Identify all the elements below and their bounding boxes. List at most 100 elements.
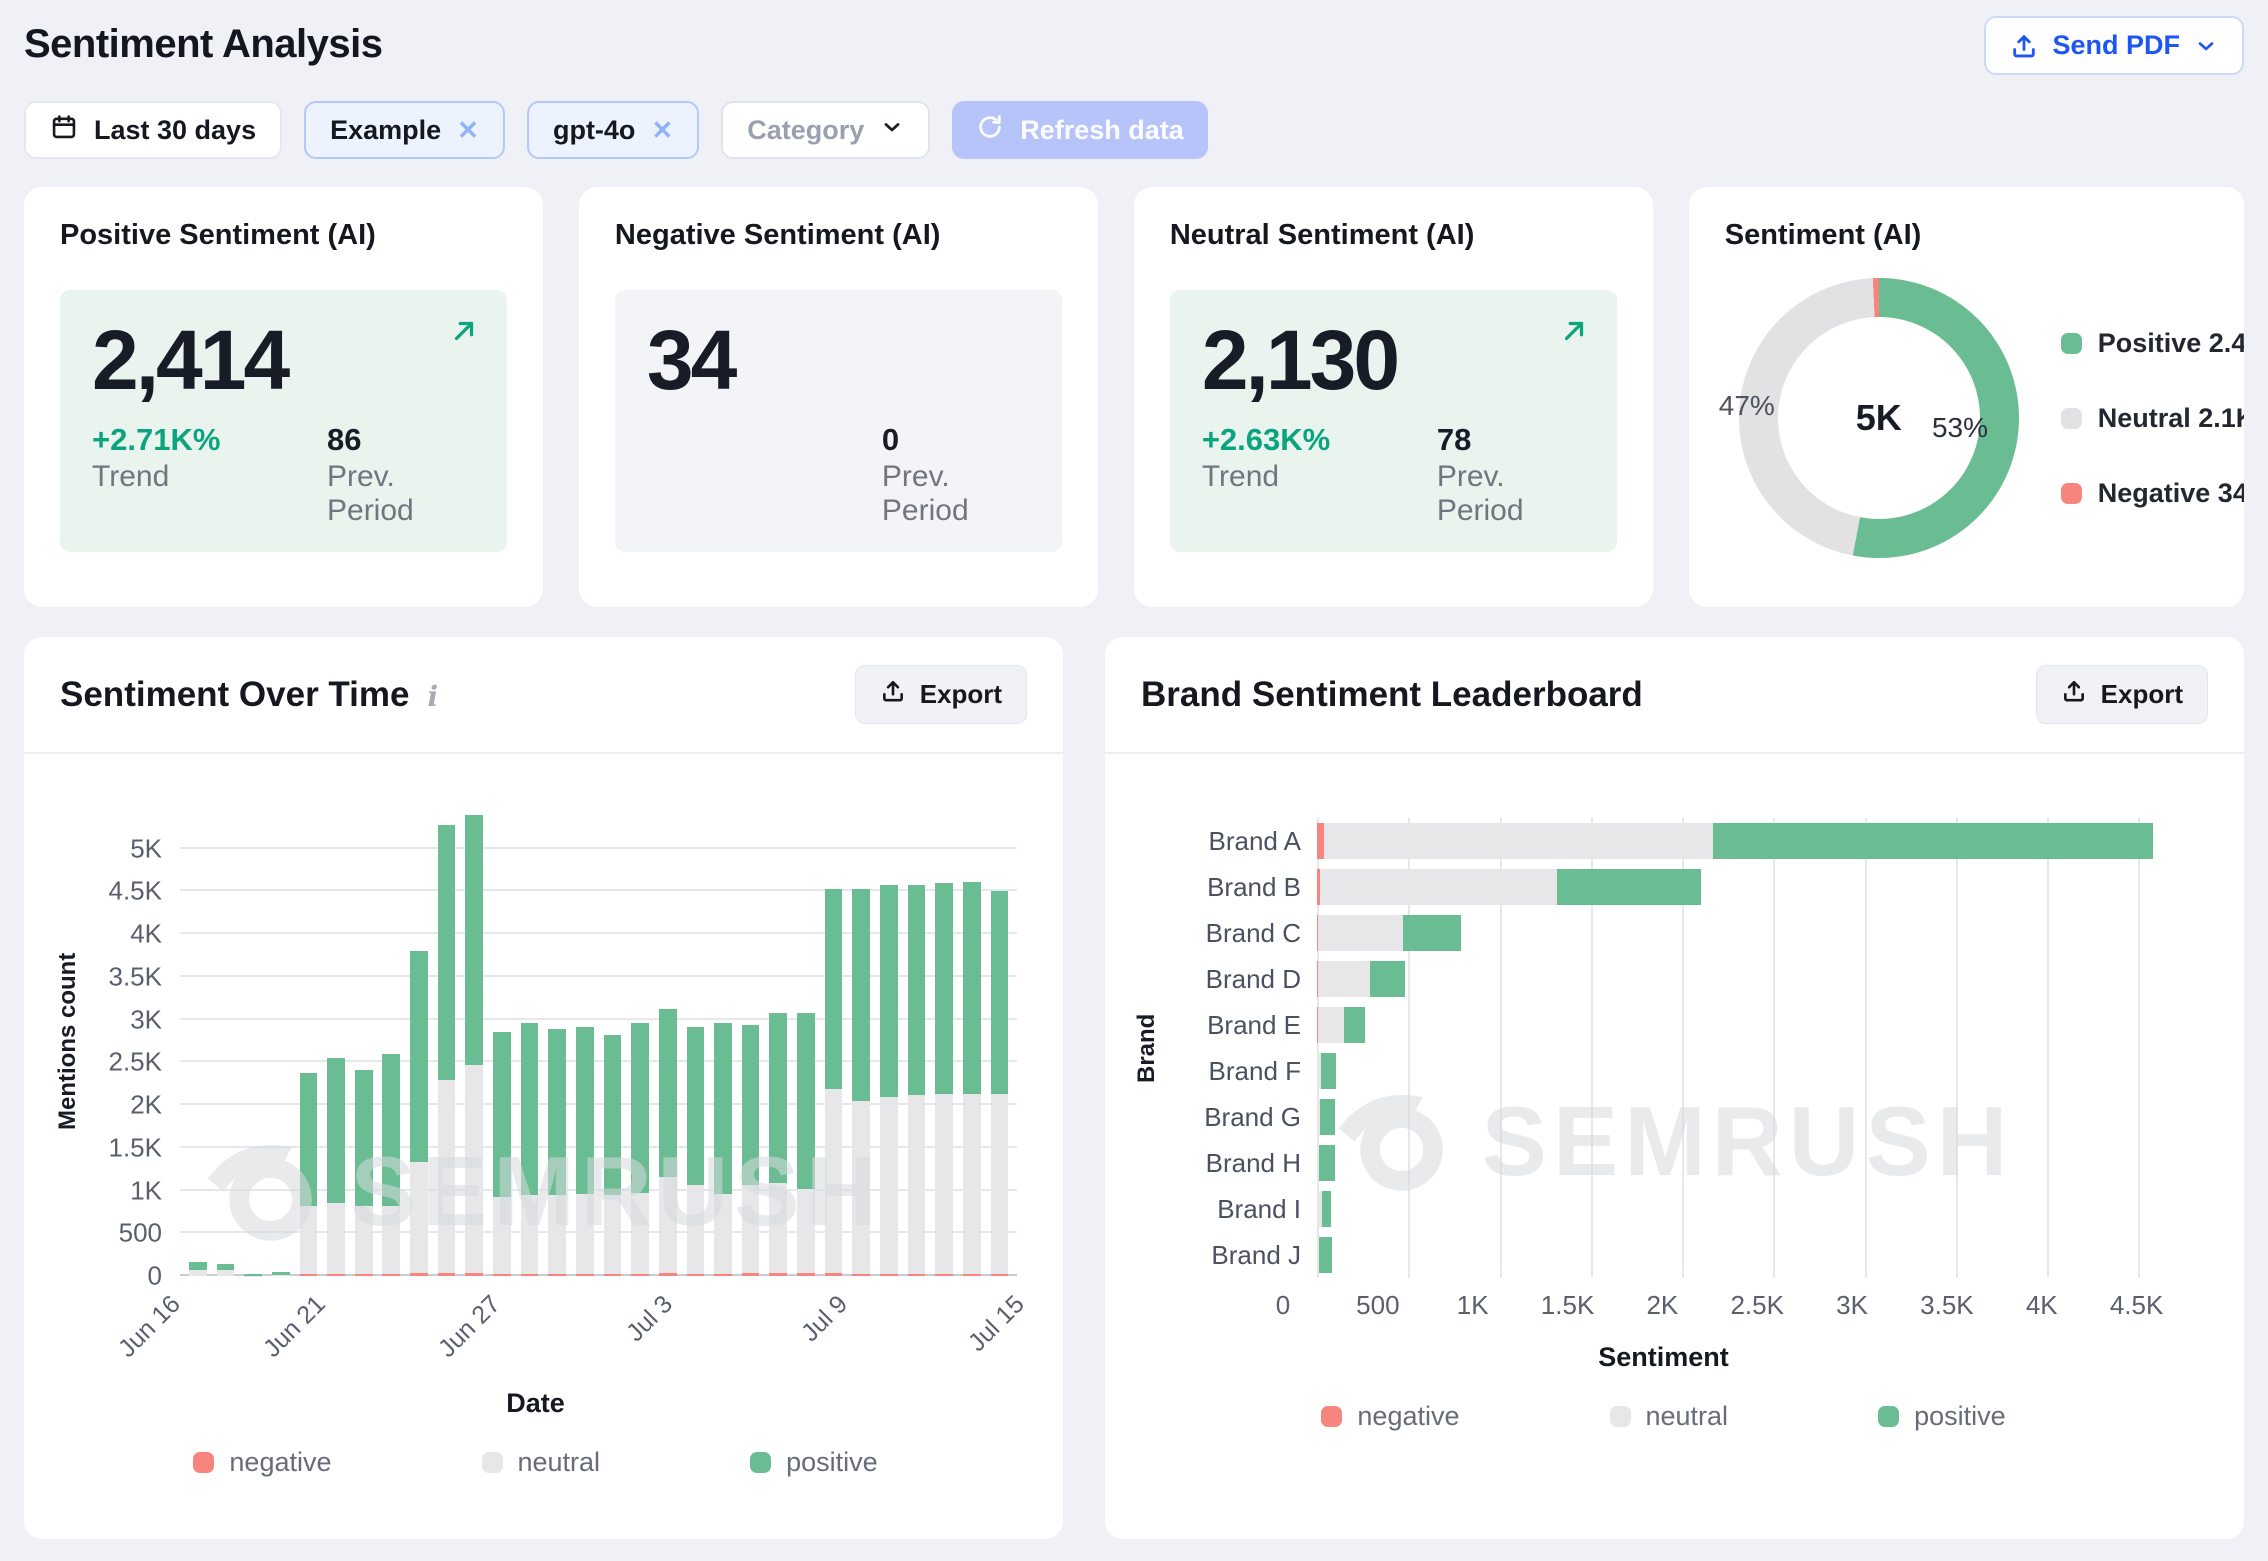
date-range-button[interactable]: Last 30 days (24, 101, 282, 159)
bar-track[interactable] (1317, 961, 2184, 997)
bar-track[interactable] (1317, 1053, 2184, 1089)
stacked-bar-Jun 30[interactable] (576, 806, 594, 1276)
filter-chip-example[interactable]: Example ✕ (304, 101, 505, 159)
bar-segment-positive (355, 1070, 373, 1207)
bar-segment-positive (1322, 1191, 1331, 1227)
refresh-label: Refresh data (1020, 115, 1184, 146)
bar-segment-positive (1344, 1007, 1365, 1043)
stacked-bar-Jul 1[interactable] (604, 806, 622, 1276)
bar-slot-Jul 5 (709, 806, 737, 1276)
stacked-bar-Jun 17[interactable] (217, 806, 235, 1276)
stacked-bar-Jun 27[interactable] (493, 806, 511, 1276)
bar-track[interactable] (1317, 1237, 2184, 1273)
remove-filter-icon[interactable]: ✕ (651, 117, 673, 143)
kpi-value: 2,130 (1202, 316, 1585, 404)
bar-slot-Jul 9 (820, 806, 848, 1276)
stacked-bar-Jun 16[interactable] (189, 806, 207, 1276)
stacked-bar-Jul 6[interactable] (742, 806, 760, 1276)
bar-track[interactable] (1317, 869, 2184, 905)
bar-track[interactable] (1317, 1191, 2184, 1227)
x-tick-label: Jul 3 (621, 1290, 679, 1348)
hbar-chart: SEMRUSH Brand Brand ABrand BBrand CBrand… (1105, 754, 2244, 1539)
legend-item-neutral[interactable]: neutral (482, 1447, 601, 1478)
stacked-bar-Jul 8[interactable] (797, 806, 815, 1276)
stacked-bar-Jul 12[interactable] (908, 806, 926, 1276)
legend-item-negative[interactable]: negative (193, 1447, 331, 1478)
x-tick-label: 4.5K (2110, 1290, 2164, 1321)
trend-up-arrow-icon[interactable] (1559, 316, 1589, 351)
stacked-bar-Jun 19[interactable] (272, 806, 290, 1276)
bar-track[interactable] (1317, 1145, 2184, 1181)
bar-segment-neutral (687, 1185, 705, 1273)
stacked-bar-Jun 20[interactable] (300, 806, 318, 1276)
donut-positive-percent: 53% (1932, 412, 1988, 444)
refresh-data-button[interactable]: Refresh data (952, 101, 1208, 159)
stacked-bar-Jul 4[interactable] (687, 806, 705, 1276)
kpi-prev-period: 86 Prev. Period (327, 422, 487, 528)
x-tick-label: 500 (1356, 1290, 1399, 1321)
donut-legend-item[interactable]: Positive 2.4K (2061, 328, 2244, 359)
export-button[interactable]: Export (855, 665, 1027, 724)
stacked-bar-Jun 22[interactable] (355, 806, 373, 1276)
stacked-bar-Jul 10[interactable] (852, 806, 870, 1276)
legend-item-neutral[interactable]: neutral (1610, 1401, 1729, 1432)
leaderboard-row-Brand F: Brand F (1167, 1048, 2194, 1094)
bar-segment-negative (1317, 823, 1324, 859)
chip-label: Example (330, 115, 441, 146)
stacked-bar-Jul 13[interactable] (935, 806, 953, 1276)
bar-track[interactable] (1317, 1099, 2184, 1135)
stacked-bar-Jul 7[interactable] (769, 806, 787, 1276)
bar-segment-positive (880, 885, 898, 1097)
bar-segment-positive (438, 825, 456, 1080)
send-pdf-button[interactable]: Send PDF (1984, 16, 2244, 75)
legend-label: Neutral 2.1K (2098, 403, 2244, 434)
legend-item-positive[interactable]: positive (750, 1447, 878, 1478)
x-tick-label: 0 (1276, 1290, 1290, 1321)
stacked-bar-Jun 28[interactable] (521, 806, 539, 1276)
category-dropdown[interactable]: Category (721, 101, 930, 159)
info-icon[interactable]: i (427, 680, 438, 713)
donut-legend-item[interactable]: Neutral 2.1K (2061, 403, 2244, 434)
bar-track[interactable] (1317, 1007, 2184, 1043)
bar-segment-positive (1320, 1099, 1336, 1135)
stacked-bar-Jun 21[interactable] (327, 806, 345, 1276)
stacked-bar-Jun 18[interactable] (244, 806, 262, 1276)
stacked-bar-Jun 25[interactable] (438, 806, 456, 1276)
bar-track[interactable] (1317, 823, 2184, 859)
bar-segment-negative (769, 1273, 787, 1276)
legend-item-positive[interactable]: positive (1878, 1401, 2006, 1432)
export-button[interactable]: Export (2036, 665, 2208, 724)
stacked-bar-Jun 29[interactable] (548, 806, 566, 1276)
page-title: Sentiment Analysis (24, 16, 383, 67)
bar-slot-Jul 14 (958, 806, 986, 1276)
bar-segment-negative (659, 1273, 677, 1276)
legend-item-negative[interactable]: negative (1321, 1401, 1459, 1432)
remove-filter-icon[interactable]: ✕ (457, 117, 479, 143)
bar-slot-Jun 16 (184, 806, 212, 1276)
stacked-bar-Jun 24[interactable] (410, 806, 428, 1276)
chart-legend: negative neutral positive (54, 1447, 1017, 1478)
bar-segment-positive (382, 1054, 400, 1206)
filter-chip-gpt-4o[interactable]: gpt-4o ✕ (527, 101, 699, 159)
legend-label: positive (1914, 1401, 2006, 1432)
stacked-bar-Jul 9[interactable] (825, 806, 843, 1276)
stacked-bar-Jul 15[interactable] (991, 806, 1009, 1276)
stacked-bar-Jun 23[interactable] (382, 806, 400, 1276)
kpi-title: Positive Sentiment (AI) (60, 219, 507, 252)
prev-value: 78 (1437, 422, 1597, 458)
stacked-bar-Jul 11[interactable] (880, 806, 898, 1276)
bar-slot-Jul 6 (737, 806, 765, 1276)
trend-up-arrow-icon[interactable] (449, 316, 479, 351)
stacked-bar-Jul 3[interactable] (659, 806, 677, 1276)
brand-label: Brand A (1167, 826, 1301, 857)
donut-legend-item[interactable]: Negative 34 (2061, 478, 2244, 509)
bar-segment-positive (465, 815, 483, 1064)
stacked-bar-Jul 5[interactable] (714, 806, 732, 1276)
stacked-bar-Jul 2[interactable] (631, 806, 649, 1276)
x-tick-label: 2K (1646, 1290, 1678, 1321)
donut-chart: 5K 47% 53% Positive 2.4KNeutral 2.1KNega… (1725, 278, 2244, 558)
bar-track[interactable] (1317, 915, 2184, 951)
stacked-bar-Jul 14[interactable] (963, 806, 981, 1276)
stacked-bar-Jun 26[interactable] (465, 806, 483, 1276)
brand-label: Brand B (1167, 872, 1301, 903)
